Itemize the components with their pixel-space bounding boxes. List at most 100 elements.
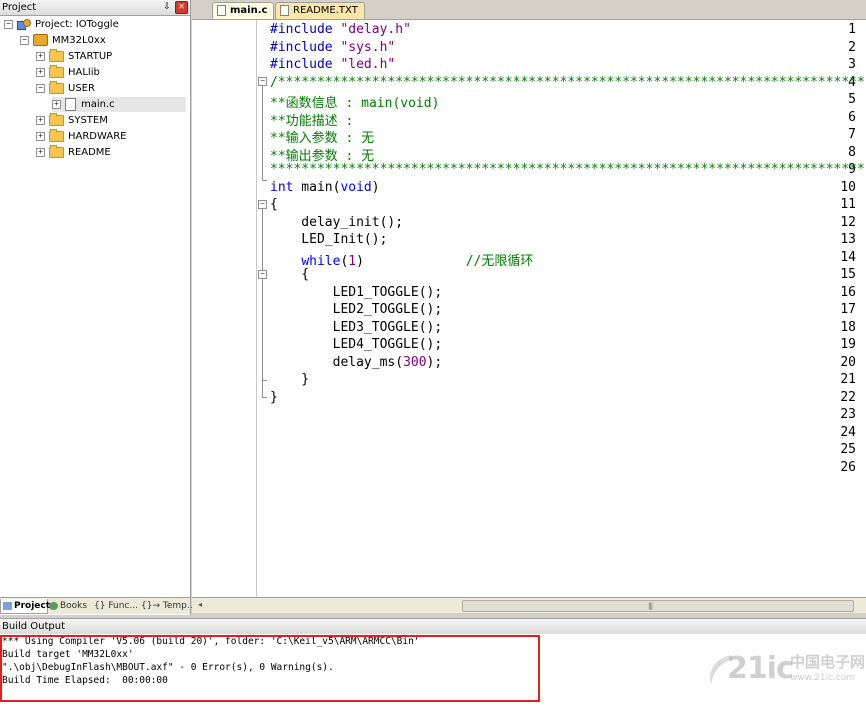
pin-icon[interactable]: ⇩ [162, 0, 172, 15]
expand-icon[interactable]: + [36, 115, 45, 125]
code-line: while(1) //无限循环 [301, 253, 534, 269]
line-number: 16 [840, 284, 856, 300]
line-number: 3 [848, 57, 856, 72]
tree-item-folder[interactable]: + HALlib [36, 64, 100, 80]
tree-item-folder[interactable]: − USER [36, 80, 95, 96]
expand-icon[interactable]: + [36, 147, 45, 157]
tree-item-project[interactable]: − Project: IOToggle [4, 17, 119, 32]
line-number: 18 [840, 319, 856, 335]
collapse-icon[interactable]: − [36, 83, 45, 93]
line-number: 6 [848, 109, 856, 125]
fold-collapse-icon[interactable]: − [258, 200, 267, 209]
expand-icon[interactable]: + [36, 51, 45, 61]
line-number: 8 [848, 144, 856, 160]
tab-label: Books [60, 601, 88, 611]
line-number: 7 [848, 127, 856, 142]
tab-label: main.c [230, 5, 268, 16]
folder-icon [49, 112, 64, 126]
line-number: 23 [840, 407, 856, 422]
fold-guide-end [262, 180, 267, 181]
expand-icon[interactable]: + [36, 67, 45, 77]
line-number: 19 [840, 337, 856, 352]
tree-item-folder[interactable]: + SYSTEM [36, 112, 108, 128]
project-panel-tabs: Project Books {} Func... {}→ Temp... [0, 597, 195, 614]
tab-main-c[interactable]: main.c [212, 2, 275, 19]
code-line: ****************************************… [270, 162, 866, 177]
folder-open-icon [49, 80, 64, 94]
collapse-icon[interactable]: − [4, 19, 13, 29]
code-line: } [270, 372, 310, 387]
line-number: 24 [840, 424, 856, 440]
highlight-box [0, 635, 540, 702]
code-editor[interactable]: − − − 1 2 3 4 5 6 7 8 9 10 11 12 13 14 15 16 17 18 19 20 21 2… [192, 20, 866, 597]
build-output-title: Build Output [2, 621, 66, 632]
line-number: 14 [840, 249, 856, 265]
code-line: int main(void) [270, 179, 380, 195]
file-icon [65, 97, 76, 111]
tree-item-label: HARDWARE [68, 131, 127, 142]
tab-project[interactable]: Project [0, 599, 51, 614]
tree-item-folder[interactable]: + HARDWARE [36, 128, 127, 144]
code-line: LED2_TOGGLE(); [270, 302, 443, 317]
tab-functions[interactable]: {} Func... [92, 599, 138, 613]
line-number: 15 [840, 267, 856, 282]
horizontal-scrollbar[interactable]: ◂ ||| [192, 597, 866, 613]
tree-item-label: SYSTEM [68, 115, 108, 126]
line-number: 26 [840, 459, 856, 475]
project-tab-icon [3, 601, 12, 610]
code-line: #include "led.h" [270, 57, 396, 72]
file-icon [280, 4, 289, 16]
tab-label: Project [14, 601, 51, 611]
tree-item-label: MM32L0xx [52, 35, 106, 46]
close-icon[interactable]: × [175, 1, 188, 14]
tree-item-label: README [68, 147, 111, 158]
code-line: **输入参数 : 无 [270, 131, 375, 146]
watermark-brand: 21ic [727, 651, 794, 686]
tab-readme[interactable]: README.TXT [275, 2, 365, 19]
expand-icon[interactable]: + [36, 131, 45, 141]
line-number: 13 [840, 232, 856, 247]
project-panel: Project ⇩ × − Project: IOToggle − MM32L0xx… [0, 0, 191, 615]
fold-collapse-icon[interactable]: − [258, 77, 267, 86]
line-number: 25 [840, 442, 856, 457]
code-line: delay_ms(300); [270, 354, 443, 370]
code-line: LED_Init(); [270, 232, 388, 247]
tree-item-label: main.c [81, 99, 115, 110]
line-number: 11 [840, 197, 856, 212]
code-line: **函数信息 : main(void) [270, 96, 440, 111]
tree-item-folder[interactable]: + README [36, 144, 111, 160]
fold-guide-end [262, 380, 267, 381]
tab-templates[interactable]: {}→ Temp... [139, 599, 195, 613]
watermark-cn: 中国电子网 [790, 653, 866, 671]
tree-item-file[interactable]: + main.c [52, 97, 186, 112]
expand-icon[interactable]: + [52, 99, 61, 109]
scrollbar-thumb[interactable]: ||| [462, 600, 854, 612]
tree-item-target[interactable]: − MM32L0xx [20, 33, 106, 48]
collapse-icon[interactable]: − [20, 35, 29, 45]
line-number: 12 [840, 214, 856, 230]
file-icon [217, 4, 226, 16]
code-line: **功能描述 : [270, 113, 354, 129]
folder-icon [49, 128, 64, 142]
fold-guide [262, 86, 263, 180]
line-number: 17 [840, 302, 856, 317]
line-number: 1 [848, 22, 856, 37]
tree-item-label: STARTUP [68, 51, 113, 62]
folder-icon [49, 64, 64, 78]
code-line: #include "sys.h" [270, 39, 396, 55]
code-line: **输出参数 : 无 [270, 148, 375, 164]
tree-item-label: USER [68, 83, 95, 94]
fold-collapse-icon[interactable]: − [258, 270, 267, 279]
line-number-gutter [192, 20, 256, 597]
folder-icon [49, 144, 64, 158]
tab-books[interactable]: Books [47, 599, 91, 613]
tree-item-folder[interactable]: + STARTUP [36, 48, 113, 64]
line-number: 21 [840, 372, 856, 387]
scroll-left-icon[interactable]: ◂ [194, 599, 206, 611]
fold-guide [262, 209, 263, 397]
tab-label: {}→ Temp... [141, 601, 196, 611]
line-number: 20 [840, 354, 856, 370]
target-icon [33, 34, 48, 46]
project-panel-header: Project ⇩ × [0, 0, 190, 16]
line-number: 10 [840, 179, 856, 195]
